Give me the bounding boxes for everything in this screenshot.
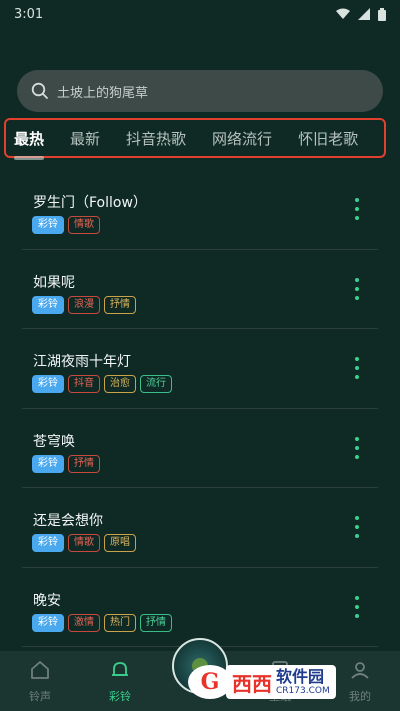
song-tag: 浪漫 xyxy=(68,295,100,314)
song-row[interactable]: 如果呢彩铃 浪漫 抒情 xyxy=(22,250,378,329)
site-watermark: G 西西 软件园 CR173.COM xyxy=(188,660,393,704)
search-icon xyxy=(31,82,48,99)
nav-item-0[interactable]: 铃声 xyxy=(10,659,70,704)
song-tag: 抖音 xyxy=(68,375,100,393)
song-tag: 情歌 xyxy=(68,216,100,234)
song-tags: 彩铃 激情 热门 抒情 xyxy=(32,613,172,632)
song-row[interactable]: 苍穹唤彩铃 抒情 xyxy=(22,409,378,488)
song-tag: 情歌 xyxy=(68,534,100,552)
song-row[interactable]: 还是会想你彩铃 情歌 原唱 xyxy=(22,488,378,568)
song-row[interactable]: 江湖夜雨十年灯 彩铃 抖音 治愈 流行 xyxy=(22,329,378,409)
song-row[interactable]: 罗生门（Follow） 彩铃 情歌 xyxy=(22,170,378,250)
song-tag: 彩铃 xyxy=(32,454,64,473)
more-options-icon[interactable] xyxy=(354,516,360,538)
status-time: 3:01 xyxy=(14,6,44,22)
song-title: 江湖夜雨十年灯 xyxy=(33,354,131,370)
song-title: 如果呢 xyxy=(33,274,75,291)
search-placeholder: 土坡上的狗尾草 xyxy=(57,85,149,101)
song-tags: 彩铃 抒情 xyxy=(32,454,100,473)
song-tags: 彩铃 抖音 治愈 流行 xyxy=(32,375,172,393)
more-options-icon[interactable] xyxy=(354,198,360,220)
watermark-url: CR173.COM xyxy=(276,685,330,696)
song-title: 晚安 xyxy=(33,592,61,609)
status-icons xyxy=(336,7,386,21)
song-tag: 彩铃 xyxy=(32,534,64,552)
song-list: 罗生门（Follow） 彩铃 情歌 如果呢 彩铃 浪漫 抒情 江湖夜雨十年灯 彩铃 抖音 治愈 流行苍… xyxy=(0,170,400,647)
song-tag: 原唱 xyxy=(104,534,136,552)
tab-3[interactable]: 网络流行 xyxy=(212,128,272,149)
song-tag: 彩铃 xyxy=(32,295,64,314)
signal-icon xyxy=(358,8,370,20)
song-tag: 治愈 xyxy=(104,375,136,393)
more-options-icon[interactable] xyxy=(354,595,360,618)
category-tabs: 最热 最新 抖音热歌 网络流行 怀旧老歌 搞笑 xyxy=(4,118,386,158)
wifi-icon xyxy=(336,8,350,19)
song-tag: 抒情 xyxy=(140,613,172,632)
battery-icon xyxy=(378,7,386,21)
more-options-icon[interactable] xyxy=(354,436,360,459)
song-title: 罗生门（Follow） xyxy=(33,195,147,211)
search-input[interactable]: 土坡上的狗尾草 xyxy=(17,70,383,112)
tab-4[interactable]: 怀旧老歌 xyxy=(298,128,358,149)
more-options-icon[interactable] xyxy=(354,357,360,379)
tab-5[interactable]: 搞笑 xyxy=(384,128,386,149)
song-tags: 彩铃 情歌 xyxy=(32,216,100,234)
song-title: 还是会想你 xyxy=(33,513,103,529)
song-tag: 抒情 xyxy=(104,295,136,314)
song-tags: 彩铃 情歌 原唱 xyxy=(32,534,136,552)
nav-label: 铃声 xyxy=(29,689,51,703)
song-row[interactable]: 晚安彩铃 激情 热门 抒情 xyxy=(22,568,378,647)
song-title: 苍穹唤 xyxy=(33,433,75,450)
tab-2[interactable]: 抖音热歌 xyxy=(126,128,186,149)
nav-label: 彩铃 xyxy=(109,689,131,703)
active-tab-indicator xyxy=(14,156,44,160)
watermark-box: 西西 软件园 CR173.COM xyxy=(226,665,336,699)
more-options-icon[interactable] xyxy=(354,277,360,300)
watermark-brand-red: 西西 xyxy=(232,671,272,696)
song-tag: 激情 xyxy=(68,613,100,632)
song-tag: 热门 xyxy=(104,613,136,632)
watermark-brand-text: 软件园 xyxy=(276,666,325,686)
status-bar: 3:01 xyxy=(0,0,400,28)
song-tag: 彩铃 xyxy=(32,375,64,393)
bell-icon xyxy=(109,659,131,684)
song-tag: 彩铃 xyxy=(32,613,64,632)
song-tag: 彩铃 xyxy=(32,216,64,234)
tab-1[interactable]: 最新 xyxy=(70,128,100,149)
nav-item-1[interactable]: 彩铃 xyxy=(90,659,150,704)
song-tag: 流行 xyxy=(140,375,172,393)
home-icon xyxy=(29,659,51,684)
tab-0[interactable]: 最热 xyxy=(14,128,44,149)
song-tag: 抒情 xyxy=(68,454,100,473)
song-tags: 彩铃 浪漫 抒情 xyxy=(32,295,136,314)
